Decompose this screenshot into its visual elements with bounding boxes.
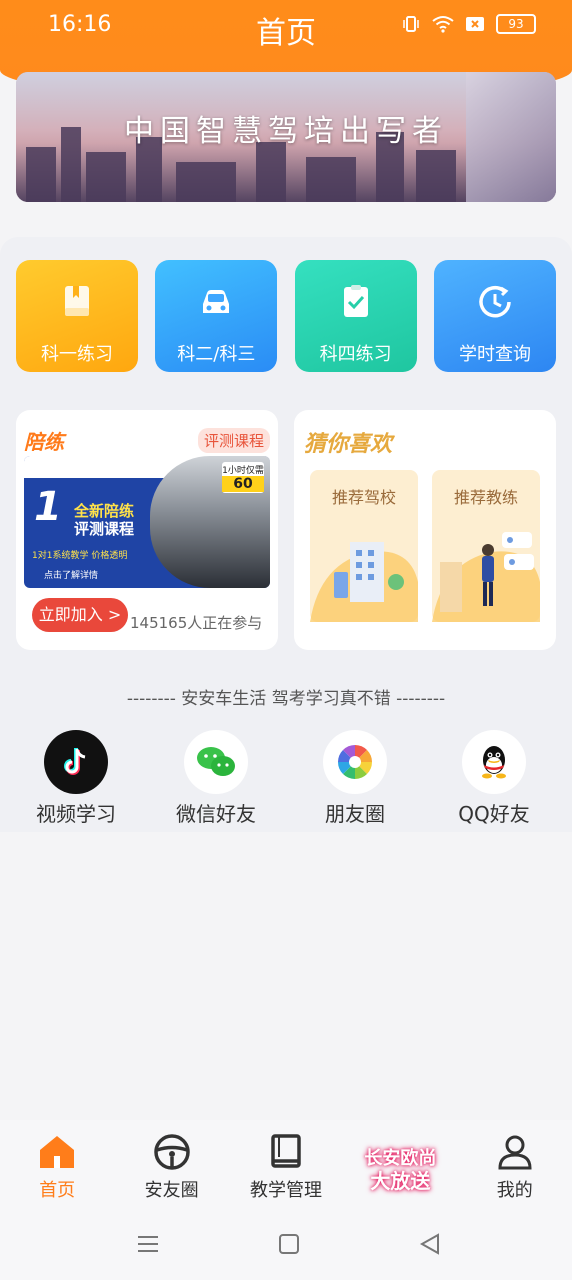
share-label: QQ好友 xyxy=(458,802,530,826)
vibrate-icon xyxy=(400,14,422,34)
nav-home-label: 首页 xyxy=(39,1180,76,1201)
ad-big-number: 1 xyxy=(34,484,62,530)
tiktok-icon xyxy=(44,730,108,794)
school-building-illustration xyxy=(310,542,418,622)
subject-grid: 科一练习 科二/科三 科四练习 学时查询 xyxy=(16,260,556,372)
clock-icon xyxy=(479,285,511,318)
study-hours-tile[interactable]: 学时查询 xyxy=(433,260,556,372)
back-icon[interactable] xyxy=(418,1232,442,1256)
subject-four-label: 科四练习 xyxy=(319,344,392,365)
bottom-nav: 首页 安友圈 教学管理 长安欧尚 大放送 我的 xyxy=(0,1120,572,1210)
ad-price-value: 60 xyxy=(222,476,264,492)
banner-building xyxy=(86,152,126,202)
join-now-button[interactable]: 立即加入 > xyxy=(32,598,128,632)
nav-teaching-label: 教学管理 xyxy=(249,1180,322,1201)
banner-building xyxy=(176,162,236,202)
promo-line2: 大放送 xyxy=(370,1169,431,1193)
menu-icon[interactable] xyxy=(136,1232,160,1256)
steering-wheel-icon xyxy=(152,1132,192,1172)
guess-title: 猜你喜欢 xyxy=(304,432,393,457)
banner-building xyxy=(26,147,56,202)
wifi-icon xyxy=(432,14,454,34)
checklist-icon xyxy=(343,285,368,317)
recommend-school-label: 推荐驾校 xyxy=(331,488,396,507)
share-qq-friend[interactable]: QQ好友 xyxy=(434,730,554,827)
user-icon xyxy=(495,1132,535,1172)
hero-banner[interactable]: 中国智慧驾培出写者 xyxy=(16,72,556,202)
share-label: 视频学习 xyxy=(36,802,116,826)
share-video-learning[interactable]: 视频学习 xyxy=(16,730,136,827)
book-icon xyxy=(65,286,89,316)
subject-one-label: 科一练习 xyxy=(41,344,113,365)
slogan-text: -------- 安安车生活 驾考学习真不错 -------- xyxy=(126,689,446,709)
battery-indicator: 93 xyxy=(496,14,536,34)
home-icon xyxy=(37,1132,77,1172)
wechat-icon xyxy=(184,730,248,794)
subject-two-three-label: 科二/科三 xyxy=(177,344,256,365)
promo-line1: 长安欧尚 xyxy=(364,1148,437,1169)
participant-count: 145165人正在参与 xyxy=(130,614,263,632)
nav-home[interactable]: 首页 xyxy=(0,1120,114,1210)
ad-line2: 评测课程 xyxy=(74,520,135,538)
nav-mine[interactable]: 我的 xyxy=(458,1120,572,1210)
subject-two-three-tile[interactable]: 科二/科三 xyxy=(155,260,278,372)
nav-anyouquan[interactable]: 安友圈 xyxy=(114,1120,228,1210)
nav-teaching-management[interactable]: 教学管理 xyxy=(229,1120,343,1210)
sim-off-icon xyxy=(464,14,486,34)
book-icon xyxy=(266,1132,306,1172)
subject-one-tile[interactable]: 科一练习 xyxy=(16,260,138,372)
moments-icon xyxy=(323,730,387,794)
nav-promo[interactable]: 长安欧尚 大放送 xyxy=(343,1120,457,1210)
ad-price-caption: 1小时仅需 xyxy=(222,466,264,476)
system-nav-bar xyxy=(0,1210,572,1280)
recommend-coach-card[interactable]: 推荐教练 xyxy=(432,470,540,622)
ad-line4: 点击了解详情 xyxy=(44,571,99,581)
ad-price-tag: 1小时仅需 60 xyxy=(222,462,264,493)
practice-badge: 评测课程 xyxy=(197,428,270,453)
share-label: 微信好友 xyxy=(176,802,256,826)
recommend-school-card[interactable]: 推荐驾校 xyxy=(310,470,418,622)
ad-line3: 1对1系统教学 价格透明 xyxy=(32,551,128,561)
status-icons: 93 xyxy=(400,14,536,34)
guess-you-like-card: 猜你喜欢 推荐驾校 推荐教练 xyxy=(294,410,556,650)
share-moments[interactable]: 朋友圈 xyxy=(295,730,415,827)
promo-icon: 长安欧尚 大放送 xyxy=(364,1132,436,1192)
banner-building xyxy=(416,150,456,202)
practice-card[interactable]: 陪练 评测课程 1 全新陪练 评测课程 1对1系统教学 价格透明 点击了解详情 … xyxy=(16,410,278,650)
home-square-icon[interactable] xyxy=(277,1232,301,1256)
coach-illustration xyxy=(432,532,540,622)
subject-four-tile[interactable]: 科四练习 xyxy=(294,260,417,372)
banner-building xyxy=(306,157,356,202)
car-icon xyxy=(203,290,230,313)
recommend-coach-label: 推荐教练 xyxy=(453,488,518,507)
practice-ad-image[interactable]: 1 全新陪练 评测课程 1对1系统教学 价格透明 点击了解详情 1小时仅需 60 xyxy=(24,456,270,588)
share-wechat-friend[interactable]: 微信好友 xyxy=(156,730,276,827)
share-label: 朋友圈 xyxy=(325,802,385,826)
nav-mine-label: 我的 xyxy=(496,1180,533,1201)
banner-building xyxy=(256,142,286,202)
banner-slogan: 中国智慧驾培出写者 xyxy=(124,114,448,149)
practice-title: 陪练 xyxy=(24,430,64,454)
study-hours-label: 学时查询 xyxy=(458,344,531,365)
nav-anyouquan-label: 安友圈 xyxy=(144,1180,199,1201)
qq-icon xyxy=(462,730,526,794)
